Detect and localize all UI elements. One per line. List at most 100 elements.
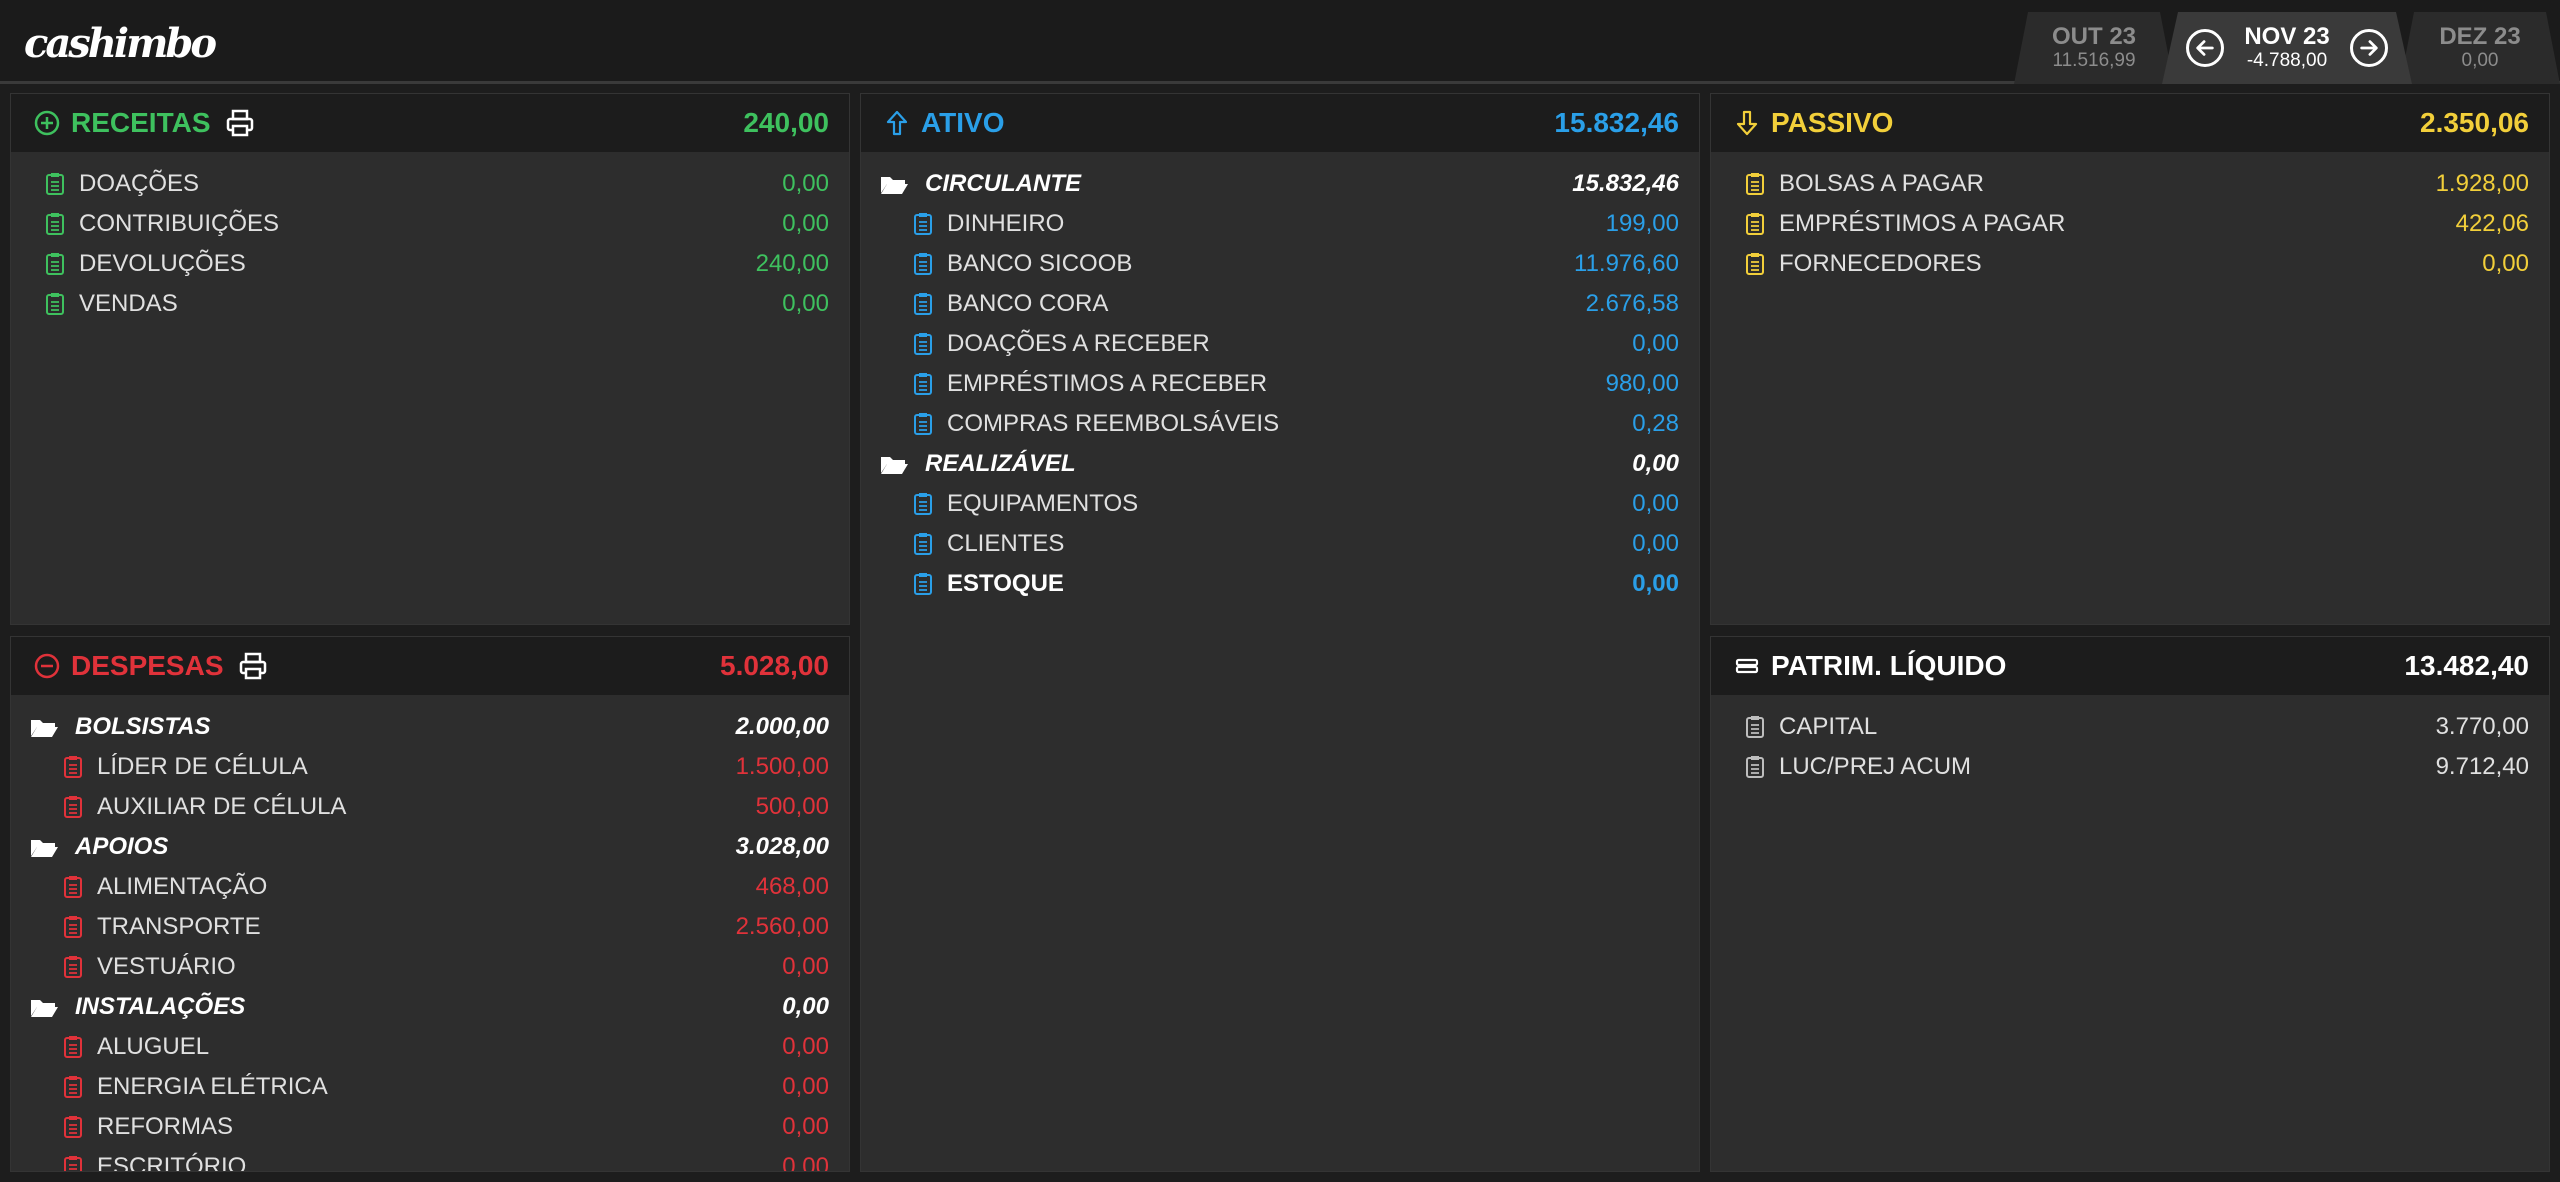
item-value: 500,00 [755,793,829,820]
list-item[interactable]: ESTOQUE 0,00 [861,564,1699,604]
item-label: CONTRIBUIÇÕES [79,210,280,237]
list-item[interactable]: DOAÇÕES 0,00 [11,164,849,204]
item-value: 0,00 [1632,530,1679,557]
item-value: 0,00 [782,1113,829,1140]
clipboard-icon [64,956,82,978]
item-label: DINHEIRO [947,210,1065,237]
group-row[interactable]: BOLSISTAS 2.000,00 [11,707,849,747]
month-navigator: OUT 23 11.516,99 NOV 23 -4.788,00 DEZ 23… [2026,12,2560,84]
group-row[interactable]: CIRCULANTE 15.832,46 [861,164,1699,204]
list-item[interactable]: VESTUÁRIO 0,00 [11,947,849,987]
previous-month-button[interactable] [2186,29,2224,67]
clipboard-icon [1746,213,1764,235]
panel-title: RECEITAS [71,107,211,138]
list-item[interactable]: EQUIPAMENTOS 0,00 [861,484,1699,524]
clipboard-icon [64,1116,82,1138]
item-label: EMPRÉSTIMOS A RECEBER [947,370,1268,397]
list-item[interactable]: ALIMENTAÇÃO 468,00 [11,867,849,907]
list-item[interactable]: AUXILIAR DE CÉLULA 500,00 [11,787,849,827]
item-label: LUC/PREJ ACUM [1779,753,1972,780]
list-item[interactable]: COMPRAS REEMBOLSÁVEIS 0,28 [861,404,1699,444]
folder-open-icon [881,177,908,194]
group-value: 0,00 [1632,450,1679,477]
receitas-header: RECEITAS 240,00 [11,94,849,152]
list-item[interactable]: DEVOLUÇÕES 240,00 [11,244,849,284]
ativo-list: CIRCULANTE 15.832,46 DINHEIRO 199,00 BAN… [861,152,1699,604]
list-item[interactable]: DINHEIRO 199,00 [861,204,1699,244]
list-item[interactable]: CONTRIBUIÇÕES 0,00 [11,204,849,244]
list-item[interactable]: VENDAS 0,00 [11,284,849,324]
item-label: DOAÇÕES [79,170,200,197]
month-balance: -4.788,00 [2246,50,2328,71]
group-row[interactable]: REALIZÁVEL 0,00 [861,444,1699,484]
list-item[interactable]: ALUGUEL 0,00 [11,1027,849,1067]
list-item[interactable]: DOAÇÕES A RECEBER 0,00 [861,324,1699,364]
current-month: NOV 23 -4.788,00 [2244,24,2329,72]
group-label: REALIZÁVEL [925,450,1076,477]
group-value: 15.832,46 [1572,170,1679,197]
panel-total: 240,00 [743,107,829,138]
item-label: ALUGUEL [97,1033,210,1060]
month-tab-next[interactable]: DEZ 23 0,00 [2400,12,2560,84]
clipboard-icon [64,1076,82,1098]
clipboard-icon [1746,253,1764,275]
list-item[interactable]: REFORMAS 0,00 [11,1107,849,1147]
panel-title: ATIVO [921,107,1005,138]
app-logo[interactable]: cashimbo [24,18,217,68]
panel-total: 5.028,00 [720,650,829,681]
list-item[interactable]: TRANSPORTE 2.560,00 [11,907,849,947]
clipboard-icon [1746,716,1764,738]
clipboard-icon [914,533,932,555]
list-item[interactable]: BANCO SICOOB 11.976,60 [861,244,1699,284]
list-item[interactable]: CAPITAL 3.770,00 [1711,707,2549,747]
patrimonio-panel: PATRIM. LÍQUIDO 13.482,40 CAPITAL 3.770,… [1710,636,2550,1172]
patrimonio-header: PATRIM. LÍQUIDO 13.482,40 [1711,637,2549,695]
item-value: 0,00 [782,1153,829,1172]
list-item[interactable]: ESCRITÓRIO 0,00 [11,1147,849,1172]
month-tab-current[interactable]: NOV 23 -4.788,00 [2162,12,2412,84]
passivo-header: PASSIVO 2.350,06 [1711,94,2549,152]
panel-title: PATRIM. LÍQUIDO [1771,650,2007,681]
list-item[interactable]: ENERGIA ELÉTRICA 0,00 [11,1067,849,1107]
next-month-button[interactable] [2350,29,2388,67]
list-item[interactable]: CLIENTES 0,00 [861,524,1699,564]
item-label: EMPRÉSTIMOS A PAGAR [1779,210,2066,237]
list-item[interactable]: LUC/PREJ ACUM 9.712,40 [1711,747,2549,787]
month-balance: 11.516,99 [2052,50,2136,71]
item-value: 0,00 [782,1033,829,1060]
folder-open-icon [31,840,58,857]
item-value: 0,00 [782,210,829,237]
arrow-down-icon [1736,110,1758,136]
clipboard-icon [64,796,82,818]
item-label: FORNECEDORES [1779,250,1982,277]
despesas-header: DESPESAS 5.028,00 [11,637,849,695]
list-item[interactable]: LÍDER DE CÉLULA 1.500,00 [11,747,849,787]
top-bar: cashimbo OUT 23 11.516,99 NOV 23 -4.788,… [0,0,2560,84]
print-icon[interactable] [225,108,255,138]
item-value: 980,00 [1605,370,1679,397]
list-item[interactable]: EMPRÉSTIMOS A RECEBER 980,00 [861,364,1699,404]
group-label: INSTALAÇÕES [75,993,246,1020]
month-name: OUT 23 [2051,23,2137,50]
panel-total: 13.482,40 [2404,650,2529,681]
item-value: 0,00 [782,953,829,980]
clipboard-icon [1746,756,1764,778]
list-item[interactable]: BOLSAS A PAGAR 1.928,00 [1711,164,2549,204]
clipboard-icon [64,876,82,898]
month-tab-previous[interactable]: OUT 23 11.516,99 [2014,12,2174,84]
clipboard-icon [64,1156,82,1171]
month-name: NOV 23 [2244,23,2330,50]
panel-total: 2.350,06 [2420,107,2529,138]
despesas-list: BOLSISTAS 2.000,00 LÍDER DE CÉLULA 1.500… [11,695,849,1172]
item-value: 2.560,00 [735,913,829,940]
clipboard-icon [46,213,64,235]
list-item[interactable]: EMPRÉSTIMOS A PAGAR 422,06 [1711,204,2549,244]
item-value: 468,00 [755,873,829,900]
list-item[interactable]: BANCO CORA 2.676,58 [861,284,1699,324]
group-row[interactable]: INSTALAÇÕES 0,00 [11,987,849,1027]
item-label: CAPITAL [1779,713,1878,740]
list-item[interactable]: FORNECEDORES 0,00 [1711,244,2549,284]
print-icon[interactable] [238,651,268,681]
group-row[interactable]: APOIOS 3.028,00 [11,827,849,867]
item-value: 11.976,60 [1574,250,1679,277]
